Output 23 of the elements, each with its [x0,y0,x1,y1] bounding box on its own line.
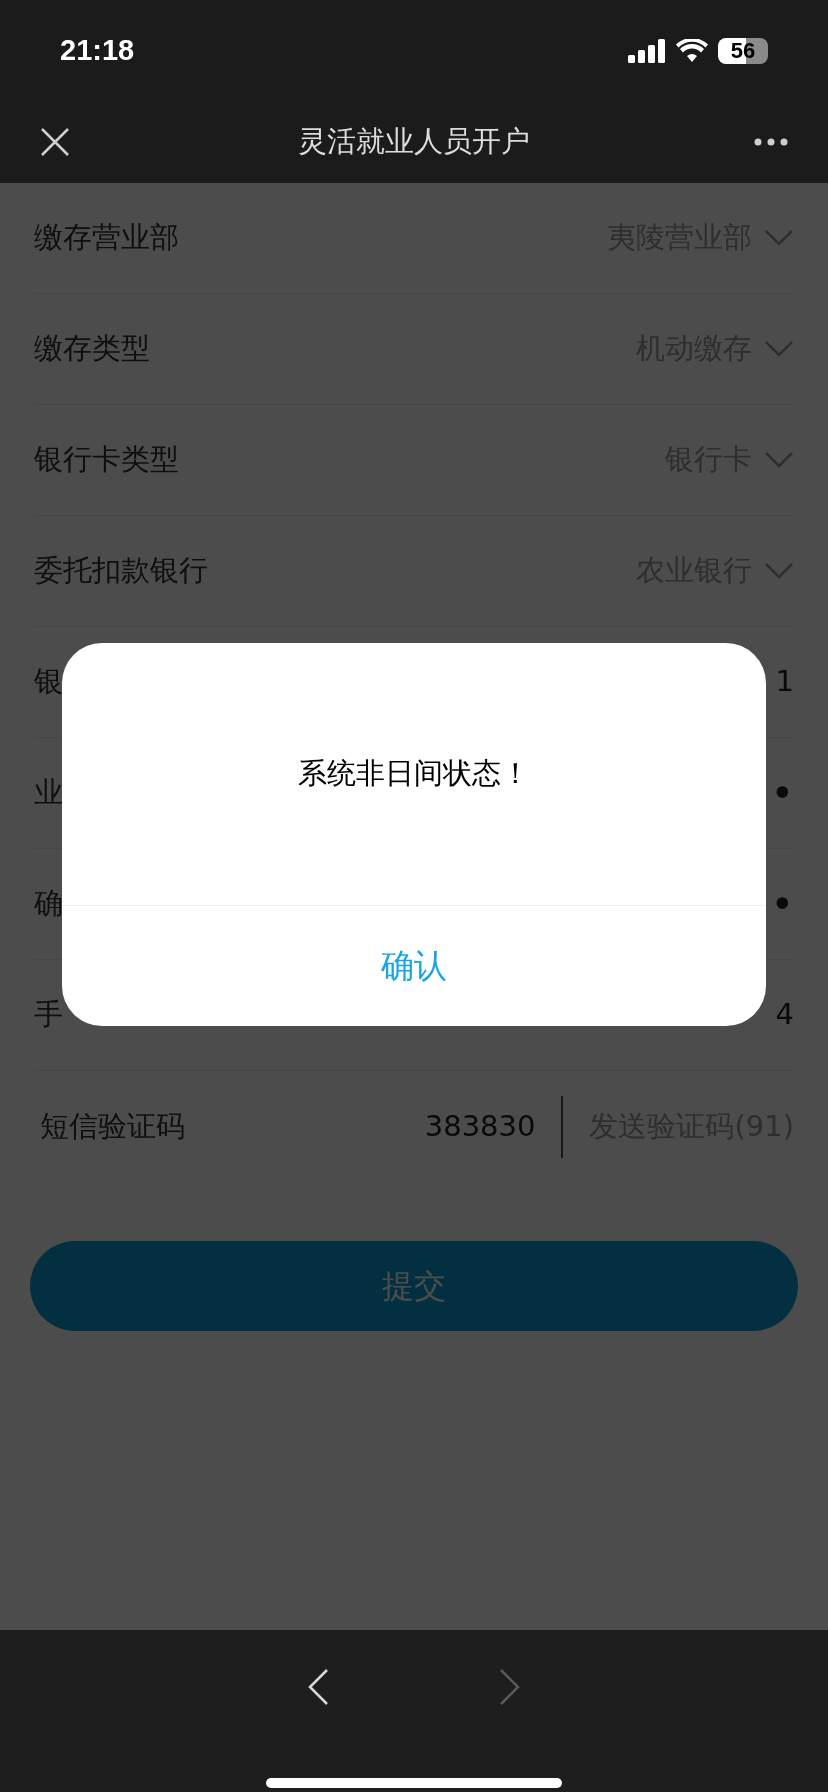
field-value: 4 [775,996,794,1034]
wifi-icon [676,39,708,63]
field-value: 1 [775,663,794,701]
confirm-button[interactable]: 确认 [62,906,766,1026]
back-icon[interactable] [307,1668,329,1706]
field-label: 银 [34,663,63,701]
field-label: 银行卡类型 [34,441,179,479]
close-icon[interactable] [40,126,70,157]
status-time: 21:18 [60,33,135,69]
field-label: 确 [34,885,63,923]
field-label: 缴存类型 [34,330,150,368]
battery-indicator: 56 [718,38,768,64]
field-label: 手 [34,996,63,1034]
page-title: 灵活就业人员开户 [298,122,530,160]
field-label: 短信验证码 [40,1107,185,1145]
field-label: 业 [34,774,63,812]
field-value: • [770,773,794,813]
field-value: • [770,884,794,924]
field-label: 委托扣款银行 [34,552,208,590]
more-icon[interactable] [754,137,788,146]
field-label: 缴存营业部 [34,219,179,257]
dialog-message: 系统非日间状态！ [298,755,530,793]
signal-icon [628,39,666,63]
